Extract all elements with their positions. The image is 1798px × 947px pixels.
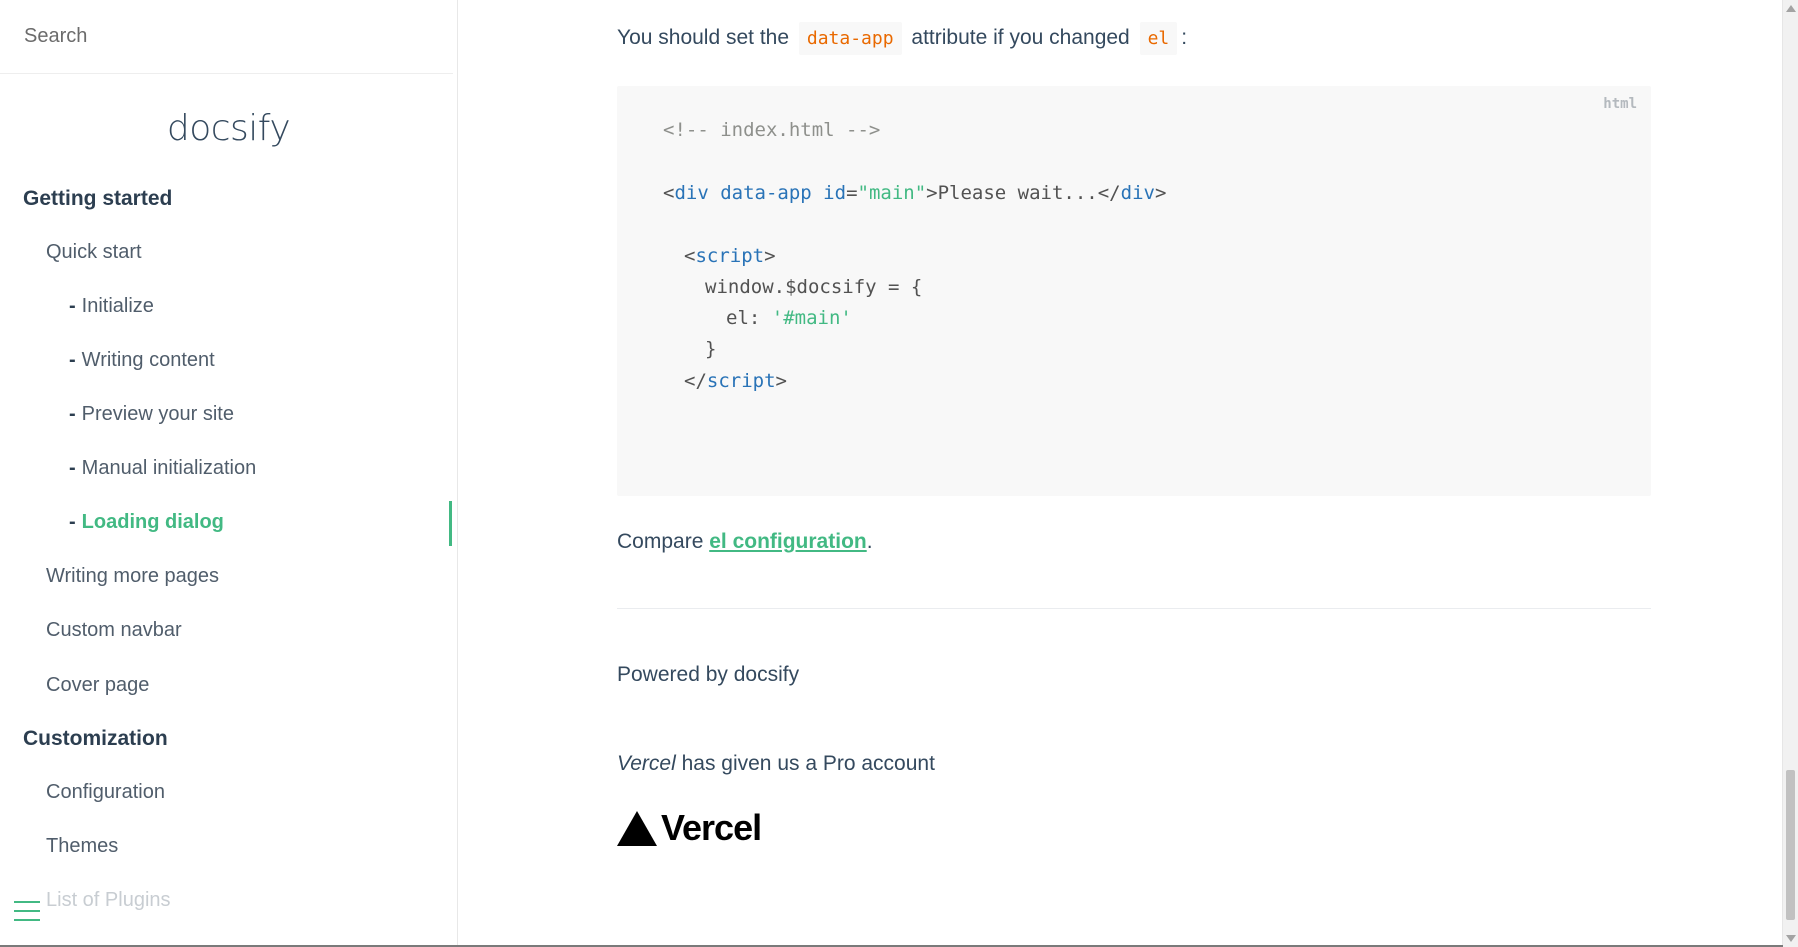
code-text: >Please wait...</ (926, 182, 1121, 204)
sidebar-item-quick-start[interactable]: Quick start (46, 241, 142, 264)
code-comment: <!-- index.html --> (663, 119, 881, 141)
sidebar-item-configuration[interactable]: Configuration (46, 781, 165, 804)
code-attr: id (811, 182, 847, 204)
sidebar-item-themes[interactable]: Themes (46, 835, 118, 858)
bullet-dash: - (69, 349, 76, 371)
vercel-triangle-icon (617, 810, 657, 846)
sidebar-item-initialize[interactable]: - Initialize (69, 295, 154, 318)
el-configuration-link[interactable]: el configuration (709, 530, 867, 553)
vercel-sponsor-rest: has given us a Pro account (675, 752, 935, 775)
menu-line (14, 901, 40, 903)
search-bar (0, 0, 453, 74)
code-punct: = (846, 182, 858, 204)
sidebar-item-preview-your-site[interactable]: - Preview your site (69, 403, 234, 426)
code-tag: script (706, 370, 776, 392)
active-indicator (449, 501, 452, 546)
sidebar-item-list-of-plugins[interactable]: List of Plugins (46, 889, 171, 912)
bullet-dash: - (69, 511, 76, 533)
intro-text-after: : (1181, 26, 1188, 49)
sidebar-item-writing-more-pages[interactable]: Writing more pages (46, 565, 219, 588)
compare-prefix: Compare (617, 530, 704, 553)
vercel-sponsor-text: Vercel has given us a Pro account (617, 752, 935, 776)
divider (617, 608, 1651, 609)
code-line-window: window.$docsify = { (705, 276, 923, 298)
sidebar-item-label: Loading dialog (81, 511, 224, 533)
code-line-script-open: <script> (684, 245, 776, 267)
scroll-down-arrow-icon[interactable] (1786, 935, 1796, 942)
code-punct: > (764, 245, 776, 267)
compare-suffix: . (866, 530, 873, 553)
bullet-dash: - (69, 403, 76, 425)
inline-code-data-app: data-app (798, 22, 902, 55)
bullet-dash: - (69, 457, 76, 479)
sidebar-section-getting-started[interactable]: Getting started (23, 187, 172, 211)
code-line-script-close: </script> (684, 370, 787, 392)
code-language-label: html (1603, 96, 1637, 112)
code-line-div: <div data-app id="main">Please wait...</… (663, 182, 1166, 204)
app-name[interactable]: docsify (0, 104, 457, 154)
sidebar-item-writing-content[interactable]: - Writing content (69, 349, 215, 372)
code-punct: > (1154, 182, 1167, 204)
intro-text-before: You should set the (617, 26, 790, 49)
code-punct: > (775, 370, 787, 392)
search-input[interactable] (22, 24, 406, 49)
powered-by-text: Powered by docsify (617, 663, 800, 686)
sidebar-item-manual-initialization[interactable]: - Manual initialization (69, 457, 256, 480)
sidebar-item-label: Initialize (81, 295, 154, 317)
code-attr: data-app (708, 182, 812, 204)
compare-paragraph: Compare el configuration. (617, 530, 873, 554)
sidebar-item-cover-page[interactable]: Cover page (46, 674, 149, 697)
intro-text-middle: attribute if you changed (911, 26, 1130, 49)
code-tag: div (674, 182, 709, 204)
vercel-logo-word: Vercel (661, 807, 762, 848)
sidebar-item-loading-dialog[interactable]: - Loading dialog (69, 511, 224, 534)
sidebar-item-label: Manual initialization (81, 457, 257, 479)
code-string: '#main' (771, 307, 852, 329)
code-string: "main" (857, 182, 927, 204)
code-key: el: (726, 307, 772, 329)
code-punct: < (684, 245, 696, 267)
code-line-brace: } (705, 338, 717, 360)
menu-line (14, 919, 40, 921)
code-line-el: el: '#main' (726, 307, 852, 329)
code-punct: < (663, 182, 675, 204)
sidebar-item-label: Writing content (81, 349, 215, 371)
code-punct: </ (684, 370, 707, 392)
sidebar: docsify Getting started Quick start -Ini… (0, 0, 458, 947)
menu-toggle-icon[interactable] (14, 901, 40, 923)
code-tag: div (1120, 182, 1155, 204)
menu-line (14, 910, 40, 912)
sidebar-item-custom-navbar[interactable]: Custom navbar (46, 619, 182, 642)
code-block[interactable]: html <!-- index.html --> <div data-app i… (617, 86, 1651, 496)
vercel-logo[interactable]: Vercel (617, 807, 762, 849)
vercel-name: Vercel (617, 752, 676, 775)
sidebar-section-customization[interactable]: Customization (23, 727, 168, 751)
scroll-up-arrow-icon[interactable] (1786, 5, 1796, 12)
scrollbar-thumb[interactable] (1786, 770, 1795, 920)
sidebar-item-label: Preview your site (81, 403, 234, 425)
intro-paragraph: You should set the data-app attribute if… (617, 22, 1187, 55)
inline-code-el: el (1139, 22, 1178, 55)
scrollbar[interactable] (1782, 0, 1798, 947)
code-tag: script (695, 245, 765, 267)
bullet-dash: - (69, 295, 76, 317)
